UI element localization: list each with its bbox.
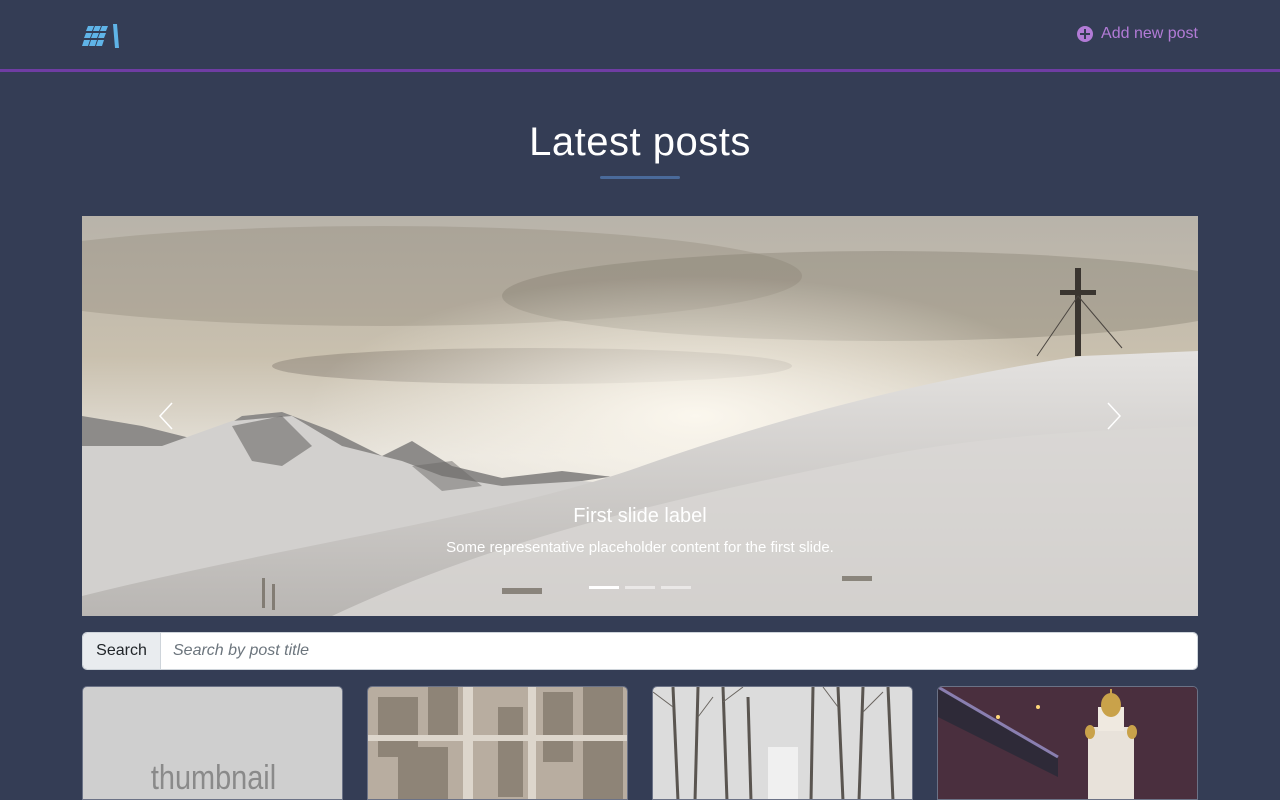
slide-image (82, 216, 1198, 616)
search-input[interactable] (161, 633, 1197, 669)
add-new-post-label: Add new post (1101, 25, 1198, 42)
post-card[interactable] (652, 686, 913, 800)
add-new-post-link[interactable]: Add new post (1077, 25, 1198, 43)
hero-carousel: First slide label Some representative pl… (82, 216, 1198, 616)
carousel-prev-button[interactable] (152, 401, 182, 431)
thumbnail-placeholder-text: thumbnail (150, 759, 277, 797)
slide-caption-title: First slide label (573, 505, 707, 527)
post-card[interactable] (367, 686, 628, 800)
post-card[interactable] (937, 686, 1198, 800)
plus-circle-icon (1077, 26, 1094, 42)
slide-caption-text: Some representative placeholder content … (446, 539, 834, 556)
brand-logo-icon[interactable] (82, 22, 122, 50)
search-label: Search (83, 633, 161, 669)
carousel-indicator-3[interactable] (661, 586, 691, 589)
carousel-indicators (82, 586, 1198, 589)
chevron-right-icon (1107, 402, 1122, 430)
post-thumbnail-image (368, 687, 627, 799)
chevron-left-icon (158, 402, 173, 430)
carousel-indicator-2[interactable] (625, 586, 655, 589)
post-thumbnail-image (938, 687, 1197, 799)
search-group: Search (82, 632, 1198, 670)
post-thumbnail-image (653, 687, 912, 799)
navbar: Add new post (0, 0, 1280, 72)
title-underline (600, 176, 680, 179)
page-title: Latest posts (529, 120, 751, 164)
carousel-next-button[interactable] (1098, 401, 1128, 431)
carousel-indicator-1[interactable] (589, 586, 619, 589)
post-card[interactable]: thumbnail (82, 686, 343, 800)
